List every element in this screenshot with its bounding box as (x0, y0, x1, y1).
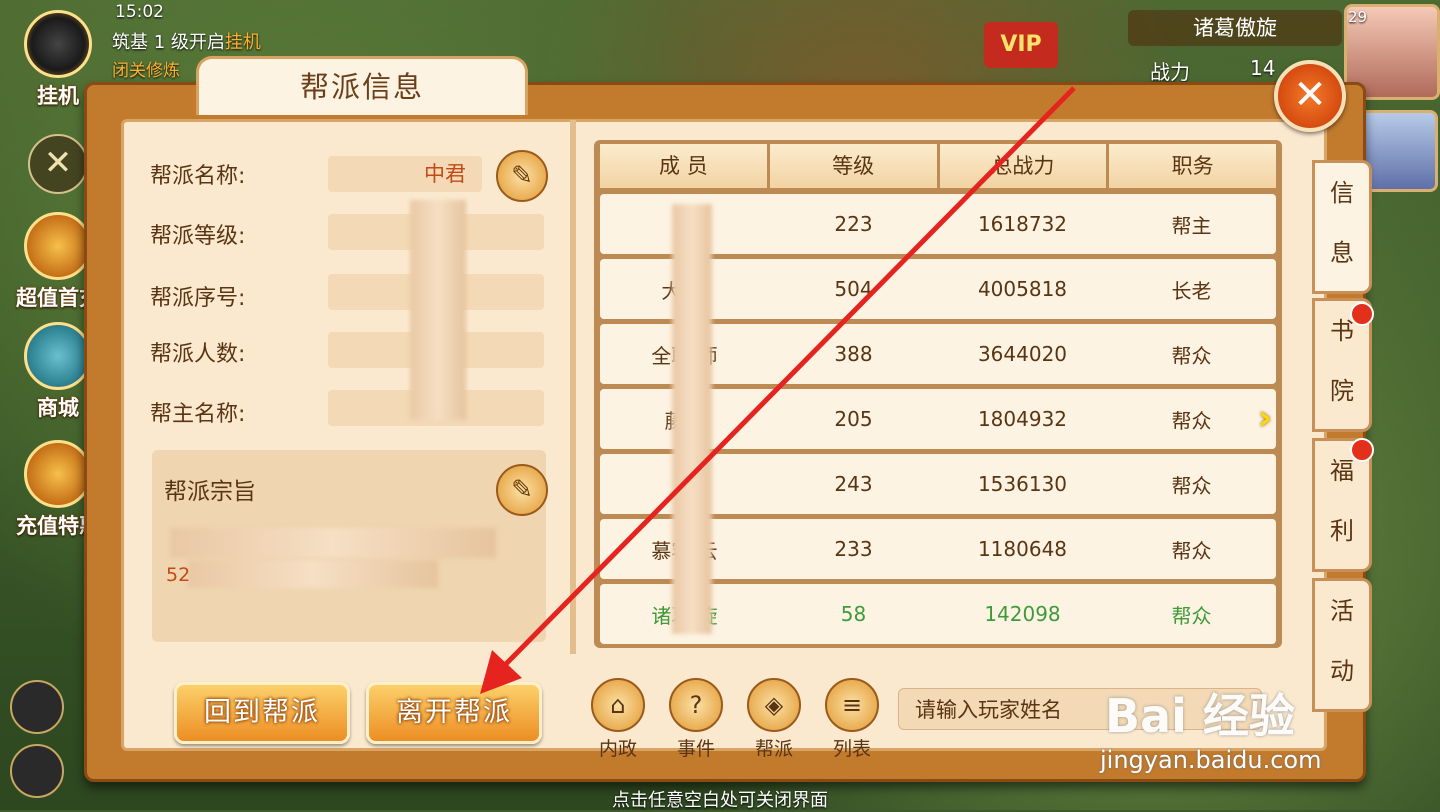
watermark-logo: Bai 经验 (1105, 689, 1295, 743)
arrow-shaft (498, 86, 1076, 672)
watermark-url: jingyan.baidu.com (1100, 746, 1322, 774)
close-hint: 点击任意空白处可关闭界面 (612, 790, 828, 811)
